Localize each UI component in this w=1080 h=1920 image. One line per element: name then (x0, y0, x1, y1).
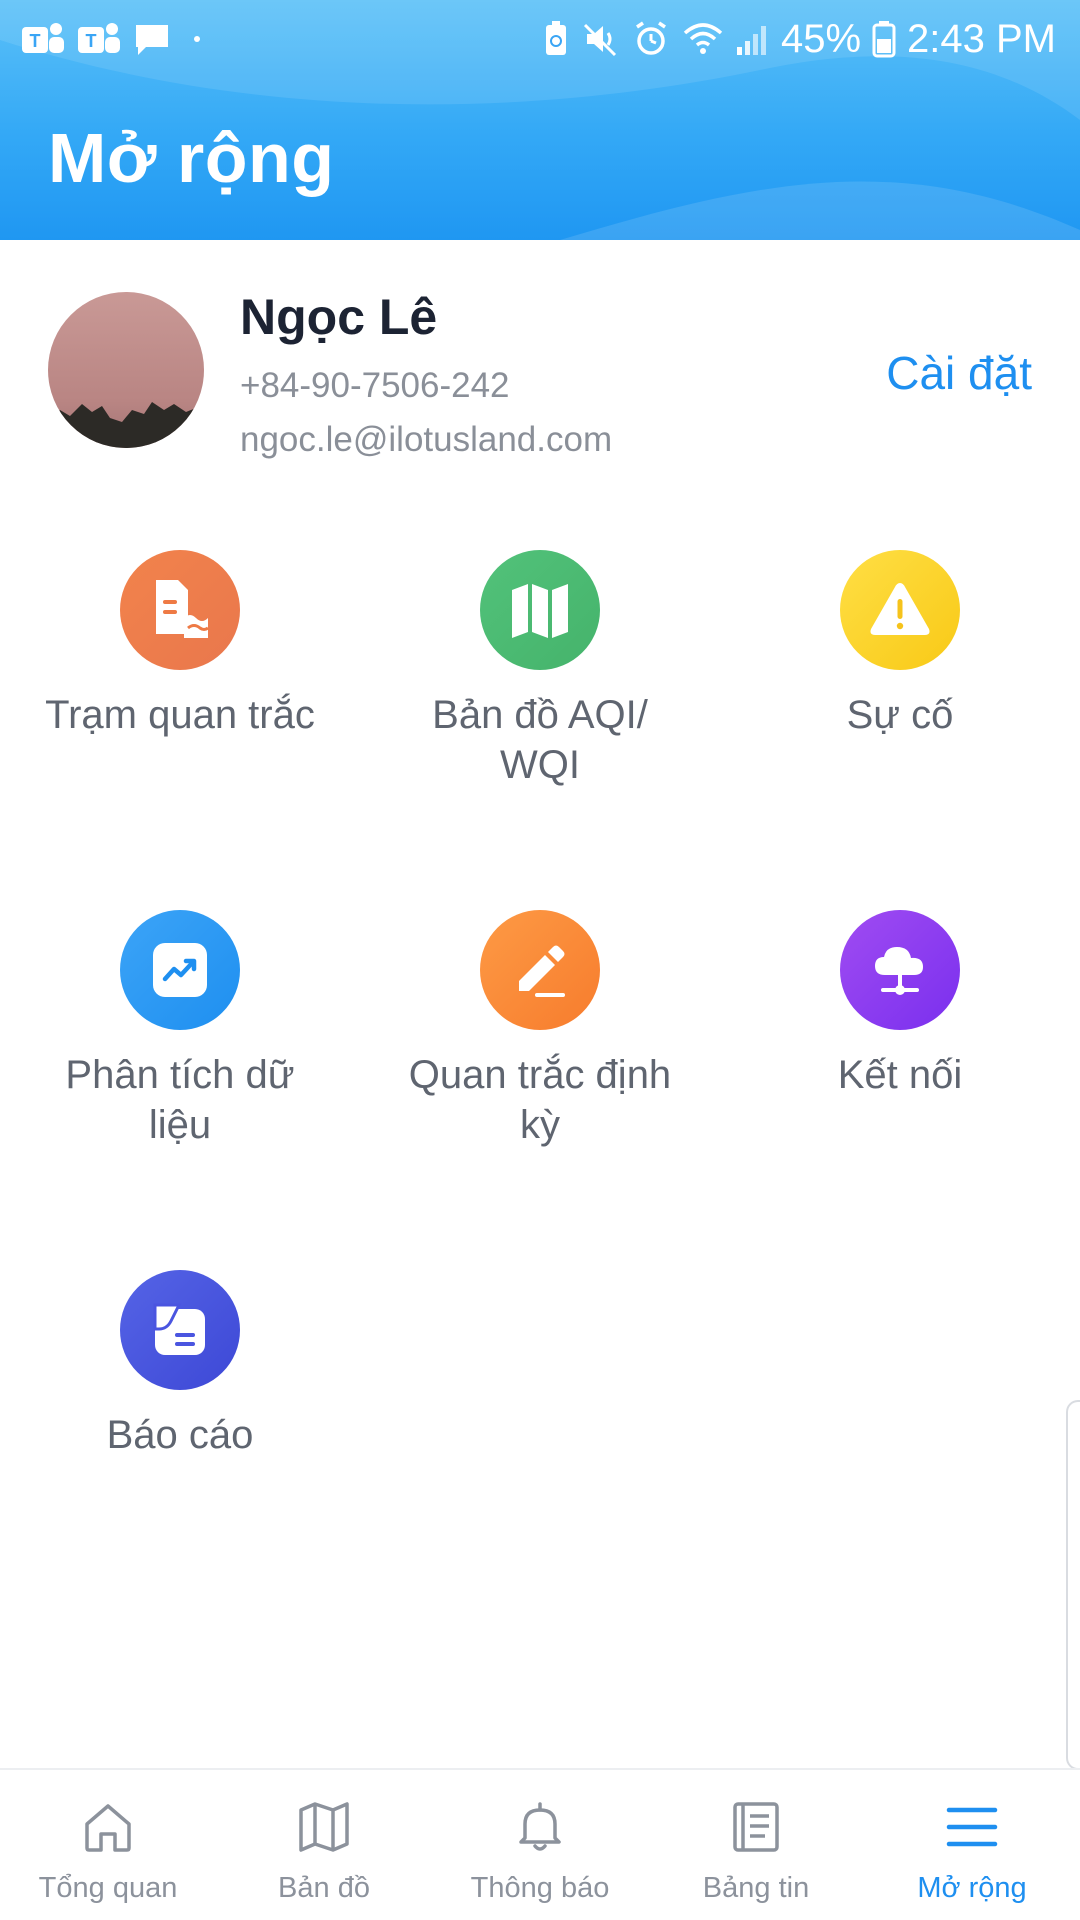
nav-item-more[interactable]: Mở rộng (864, 1770, 1080, 1920)
avatar-photo (48, 292, 204, 448)
nav-label: Thông báo (470, 1872, 610, 1904)
profile-name: Ngọc Lê (240, 289, 438, 345)
nav-label: Mở rộng (917, 1872, 1027, 1904)
feature-label: Sự cố (846, 693, 954, 737)
profile-email: ngoc.le@ilotusland.com (240, 420, 613, 459)
battery-icon (872, 21, 896, 58)
feature-monitoring-station[interactable]: Trạm quan trắc (0, 550, 360, 850)
settings-link[interactable]: Cài đặt (886, 346, 1032, 400)
chart-analysis-icon (153, 943, 207, 997)
feature-icon-circle (840, 550, 960, 670)
svg-text:T: T (86, 31, 97, 51)
feature-icon-circle (480, 550, 600, 670)
nav-item-notifications[interactable]: Thông báo (432, 1770, 648, 1920)
cloud-network-icon (875, 947, 923, 995)
newsfeed-icon (733, 1802, 779, 1852)
nav-item-map[interactable]: Bản đồ (216, 1770, 432, 1920)
feature-label: Quan trắc định kỳ (408, 1053, 672, 1147)
avatar[interactable] (48, 292, 204, 448)
battery-saver-icon (545, 21, 566, 55)
nav-label: Tổng quan (38, 1872, 178, 1904)
battery-percentage: 45% (780, 16, 862, 61)
edit-pencil-icon (519, 945, 565, 997)
nav-item-newsfeed[interactable]: Bảng tin (648, 1770, 864, 1920)
header: T T 45% 2:43 PM Mở rộng (0, 0, 1080, 240)
screen: T T 45% 2:43 PM Mở rộng Ngọc Lê +84-90-7… (0, 0, 1080, 1920)
profile-section[interactable]: Ngọc Lê +84-90-7506-242 ngoc.le@ilotusla… (0, 240, 1080, 490)
feature-incident[interactable]: Sự cố (720, 550, 1080, 850)
report-icon (153, 1303, 205, 1355)
monitoring-station-icon (156, 580, 209, 638)
teams-notification-icon: T (22, 23, 64, 53)
feature-label: Phân tích dữ liệu (65, 1053, 295, 1147)
feature-icon-circle (120, 550, 240, 670)
signal-icon (736, 26, 766, 55)
message-notification-icon (136, 25, 168, 55)
feature-label: Báo cáo (106, 1413, 254, 1457)
feature-data-analysis[interactable]: Phân tích dữ liệu (0, 910, 360, 1210)
feature-label: Trạm quan trắc (45, 693, 315, 737)
bell-icon (519, 1802, 561, 1851)
wifi-icon (683, 23, 723, 54)
page-title: Mở rộng (48, 119, 335, 197)
feature-icon-circle (480, 910, 600, 1030)
nav-item-overview[interactable]: Tổng quan (0, 1770, 216, 1920)
feature-label: Bản đồ AQI/ WQI (432, 693, 648, 787)
map-outline-icon (299, 1802, 349, 1852)
status-bar: T T 45% 2:43 PM (0, 0, 1080, 78)
clock: 2:43 PM (907, 16, 1056, 61)
feature-periodic-monitoring[interactable]: Quan trắc định kỳ (360, 910, 720, 1210)
menu-icon (946, 1807, 998, 1847)
feature-connection[interactable]: Kết nối (720, 910, 1080, 1210)
nav-label: Bảng tin (702, 1872, 810, 1904)
feature-report[interactable]: Báo cáo (0, 1270, 360, 1570)
bottom-navigation: Tổng quan Bản đồ Thông báo Bảng tin Mở r… (0, 1768, 1080, 1920)
teams-notification-icon: T (78, 23, 120, 53)
nav-label: Bản đồ (278, 1872, 370, 1904)
feature-aqi-wqi-map[interactable]: Bản đồ AQI/ WQI (360, 550, 720, 850)
svg-text:T: T (30, 31, 41, 51)
feature-icon-circle (840, 910, 960, 1030)
alarm-icon (635, 21, 666, 55)
more-notifications-dot-icon (194, 36, 200, 42)
mute-icon (583, 23, 617, 57)
feature-label: Kết nối (837, 1053, 963, 1097)
home-icon (85, 1804, 131, 1852)
profile-phone: +84-90-7506-242 (240, 366, 510, 405)
warning-icon (870, 583, 930, 635)
edge-panel-handle[interactable] (1066, 1400, 1080, 1770)
feature-icon-circle (120, 1270, 240, 1390)
map-icon (512, 584, 568, 638)
feature-icon-circle (120, 910, 240, 1030)
